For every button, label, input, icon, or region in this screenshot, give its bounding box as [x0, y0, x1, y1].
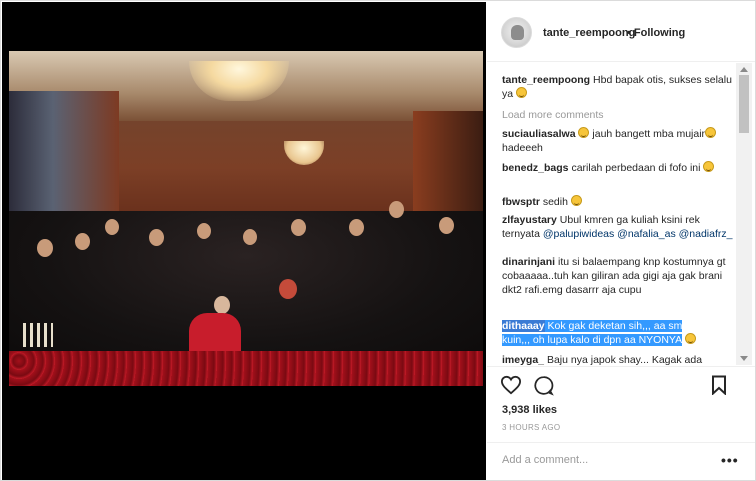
- post-actions: 3,938 likes 3 HOURS AGO: [487, 366, 755, 446]
- list-item: dinarinjani itu si balaempang knp kostum…: [502, 255, 734, 297]
- bookmark-icon[interactable]: [711, 375, 727, 395]
- post-window: tante_reempoong • Following tante_reempo…: [0, 0, 756, 481]
- comment-text-tail: hadeeeh: [502, 142, 543, 154]
- list-item: zlfayustary Ubul kmren ga kuliah ksini r…: [502, 213, 734, 241]
- comment-text: Baju nya japok shay... Kagak ada: [546, 354, 703, 365]
- comment-user[interactable]: suciauliasalwa: [502, 128, 576, 140]
- scroll-up-icon[interactable]: [740, 67, 748, 72]
- post-header: tante_reempoong • Following: [487, 2, 755, 62]
- comment-user[interactable]: dinarinjani: [502, 256, 555, 268]
- grin-emoji-icon: [705, 127, 717, 138]
- comment-user[interactable]: fbwsptr: [502, 196, 540, 208]
- scrollbar-thumb[interactable]: [739, 75, 749, 133]
- following-button[interactable]: • Following: [627, 27, 685, 39]
- list-item: benedz_bags carilah perbedaan di fofo in…: [502, 161, 734, 175]
- list-item: suciauliasalwa jauh bangett mba mujair ha…: [502, 127, 734, 155]
- list-item: imeyga_ Baju nya japok shay... Kagak ada: [502, 353, 734, 365]
- comments-scrollbar[interactable]: [736, 63, 752, 365]
- caption-user[interactable]: tante_reempoong: [502, 74, 590, 86]
- comment-text: carilah perbedaan di fofo ini: [571, 162, 701, 174]
- avatar[interactable]: [501, 17, 532, 48]
- smirk-emoji-icon: [703, 161, 715, 172]
- more-options-icon[interactable]: •••: [721, 452, 739, 468]
- comment-user[interactable]: zlfayustary: [502, 214, 557, 226]
- comment-user[interactable]: imeyga_: [502, 354, 544, 365]
- comments-list: tante_reempoong Hbd bapak otis, sukses s…: [487, 63, 737, 365]
- comment-text-line2: kuin,,, oh lupa kalo di dpn aa NYONYA: [502, 334, 682, 346]
- comment-user[interactable]: benedz_bags: [502, 162, 569, 174]
- comment-text-line1: Kok gak deketan sih,,, aa sm: [547, 320, 683, 332]
- caption: tante_reempoong Hbd bapak otis, sukses s…: [502, 73, 734, 101]
- comment-text: jauh bangett mba mujair: [592, 128, 706, 140]
- smile-emoji-icon: [516, 87, 528, 98]
- tears-emoji-icon: [570, 195, 582, 206]
- mention-link[interactable]: @palupiwideas: [543, 228, 614, 240]
- add-comment-bar: Add a comment... •••: [487, 442, 755, 480]
- comment-text: Kok gak deketan sih,,, aa sm: [544, 320, 683, 332]
- heart-icon[interactable]: [500, 375, 522, 395]
- mention-link[interactable]: @nadiafrz_: [679, 228, 733, 240]
- comment-user[interactable]: dithaaay: [502, 320, 545, 332]
- tears-emoji-icon: [684, 333, 696, 344]
- comment-text: sedih: [542, 196, 568, 208]
- mention-link[interactable]: @nafalia_as: [617, 228, 676, 240]
- laughing-emoji-icon: [578, 127, 590, 138]
- list-item: fbwsptr sedih: [502, 195, 734, 209]
- load-more-comments[interactable]: Load more comments: [502, 109, 604, 121]
- list-item: dithaaay Kok gak deketan sih,,, aa sm ku…: [502, 319, 734, 347]
- post-sidebar: tante_reempoong • Following tante_reempo…: [487, 2, 755, 480]
- post-media: [2, 2, 486, 480]
- add-comment-input[interactable]: Add a comment...: [502, 454, 588, 466]
- comment-icon[interactable]: [533, 375, 554, 396]
- post-photo[interactable]: [9, 51, 483, 386]
- likes-count[interactable]: 3,938 likes: [502, 404, 557, 416]
- post-timestamp: 3 HOURS AGO: [502, 423, 561, 432]
- scroll-down-icon[interactable]: [740, 356, 748, 361]
- username-link[interactable]: tante_reempoong: [543, 27, 635, 39]
